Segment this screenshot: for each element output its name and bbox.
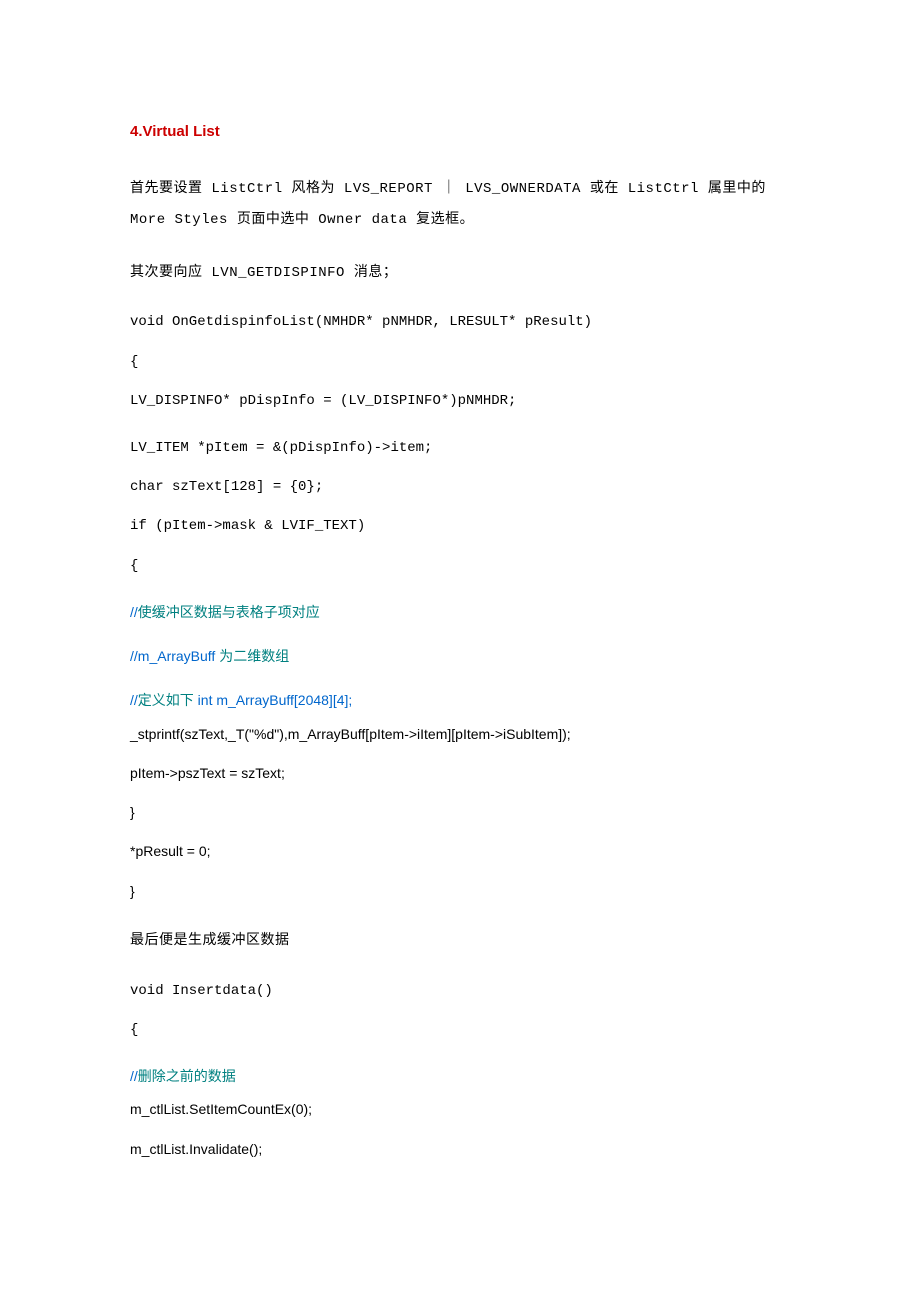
comment-prefix: // xyxy=(130,1068,138,1084)
code-line: { xyxy=(130,554,790,579)
comment-text: 为二维数组 xyxy=(219,648,289,664)
mid-paragraph: 最后便是生成缓冲区数据 xyxy=(130,926,790,957)
code-line: } xyxy=(130,879,790,904)
code-line: void Insertdata() xyxy=(130,979,790,1004)
code-line: void OnGetdispinfoList(NMHDR* pNMHDR, LR… xyxy=(130,310,790,335)
intro-paragraph-1: 首先要设置 ListCtrl 风格为 LVS_REPORT ｜ LVS_OWNE… xyxy=(130,174,790,236)
code-line: m_ctlList.SetItemCountEx(0); xyxy=(130,1097,790,1122)
code-comment: //删除之前的数据 xyxy=(130,1065,790,1087)
code-line: } xyxy=(130,800,790,825)
comment-prefix: // xyxy=(130,604,138,620)
code-line: { xyxy=(130,350,790,375)
code-line: LV_ITEM *pItem = &(pDispInfo)->item; xyxy=(130,436,790,461)
code-line: pItem->pszText = szText; xyxy=(130,761,790,786)
code-line: if (pItem->mask & LVIF_TEXT) xyxy=(130,514,790,539)
comment-text: 定义如下 xyxy=(138,692,198,708)
comment-text: 使缓冲区数据与表格子项对应 xyxy=(138,604,320,620)
code-line: LV_DISPINFO* pDispInfo = (LV_DISPINFO*)p… xyxy=(130,389,790,414)
comment-prefix: // xyxy=(130,692,138,708)
code-line: _stprintf(szText,_T("%d"),m_ArrayBuff[pI… xyxy=(130,722,790,747)
comment-text: 删除之前的数据 xyxy=(138,1068,236,1084)
intro-paragraph-2: 其次要向应 LVN_GETDISPINFO 消息； xyxy=(130,258,790,289)
comment-prefix: //m_ArrayBuff xyxy=(130,648,219,664)
code-line: char szText[128] = {0}; xyxy=(130,475,790,500)
comment-code: int m_ArrayBuff[2048][4]; xyxy=(198,692,353,708)
code-line: { xyxy=(130,1018,790,1043)
code-line: m_ctlList.Invalidate(); xyxy=(130,1137,790,1162)
code-comment: //使缓冲区数据与表格子项对应 xyxy=(130,601,790,623)
code-comment: //m_ArrayBuff 为二维数组 xyxy=(130,645,790,667)
code-line: *pResult = 0; xyxy=(130,839,790,864)
section-heading: 4.Virtual List xyxy=(130,120,790,144)
code-comment: //定义如下 int m_ArrayBuff[2048][4]; xyxy=(130,689,790,711)
